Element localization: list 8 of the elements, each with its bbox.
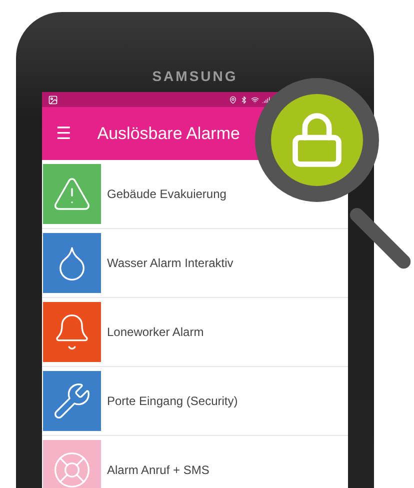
alarm-label: Wasser Alarm Interaktiv (107, 256, 234, 270)
alarm-label: Alarm Anruf + SMS (107, 463, 210, 477)
menu-button[interactable]: ☰ (56, 124, 72, 144)
alarm-label: Loneworker Alarm (107, 325, 204, 339)
brand-logo: SAMSUNG (152, 68, 238, 84)
alarm-label: Porte Eingang (Security) (107, 394, 238, 408)
alarm-label: Gebäude Evakuierung (107, 187, 226, 201)
app-title: Auslösbare Alarme (97, 124, 240, 144)
